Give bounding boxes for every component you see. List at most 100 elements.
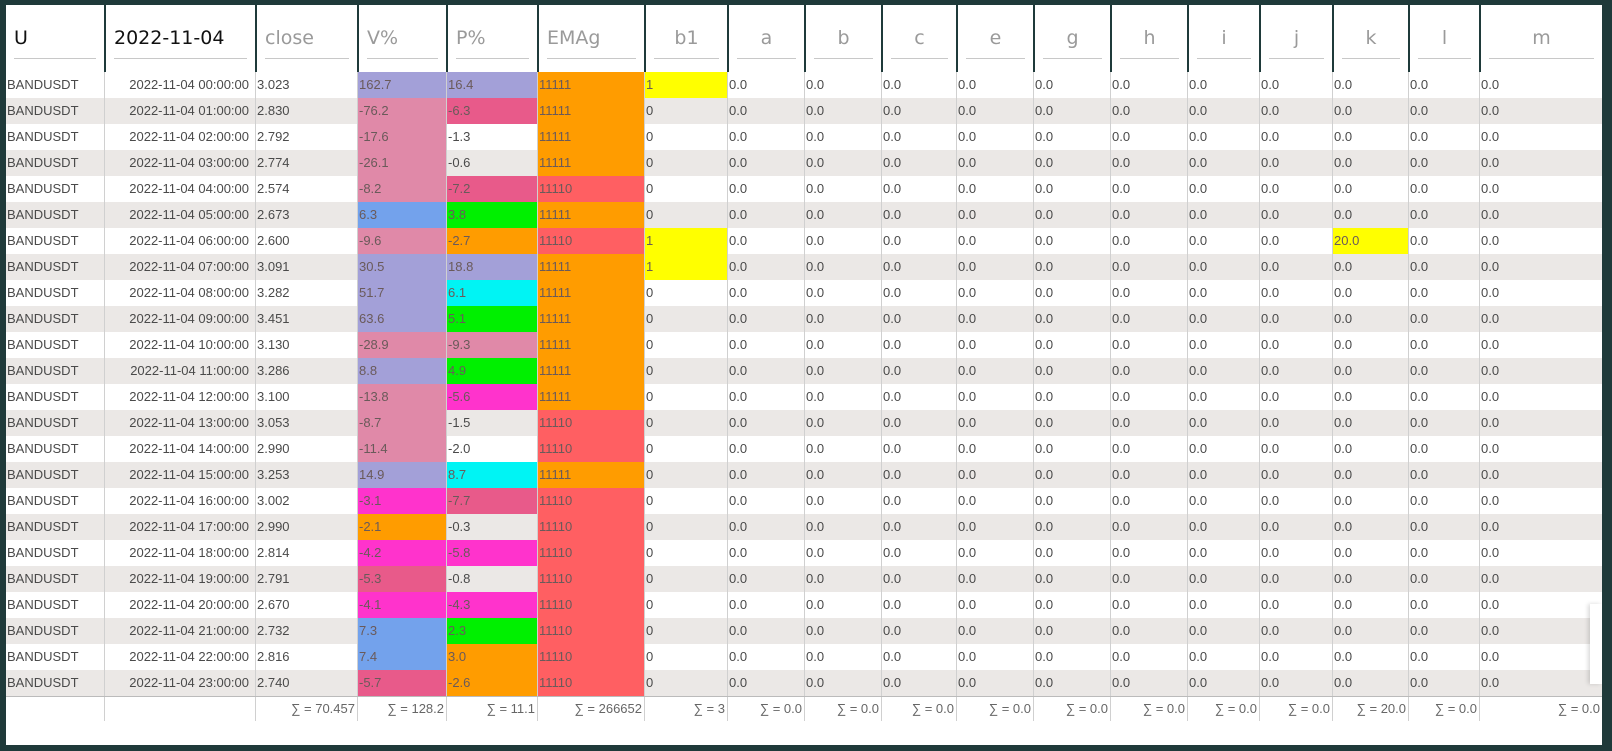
table-row[interactable]: BANDUSDT 2022-11-04 11:00:00 3.286 8.8 4.9 11…	[6, 358, 1602, 384]
sum-k: ∑ = 20.0	[1332, 697, 1408, 721]
cell-i: 0.0	[1187, 410, 1259, 436]
cell-time: 2022-11-04 06:00:00	[104, 228, 255, 254]
cell-close: 3.100	[255, 384, 357, 410]
cell-m: 0.0	[1479, 124, 1602, 150]
cell-g: 0.0	[1033, 228, 1110, 254]
cell-ema: 11111	[537, 306, 644, 332]
cell-j: 0.0	[1259, 618, 1332, 644]
cell-p: -7.2	[446, 176, 537, 202]
cell-symbol: BANDUSDT	[7, 129, 79, 144]
cell-h: 0.0	[1110, 280, 1187, 306]
column-filter-b[interactable]: b	[814, 18, 873, 59]
column-filter-m[interactable]: m	[1489, 18, 1594, 59]
table-row[interactable]: BANDUSDT 2022-11-04 16:00:00 3.002 -3.1 -7.7…	[6, 488, 1602, 514]
cell-symbol: BANDUSDT	[7, 363, 79, 378]
table-row[interactable]: BANDUSDT 2022-11-04 14:00:00 2.990 -11.4 -2.…	[6, 436, 1602, 462]
column-filter-v[interactable]: V%	[367, 18, 438, 59]
cell-b1: 0	[644, 670, 727, 696]
cell-v: 14.9	[357, 462, 446, 488]
table-row[interactable]: BANDUSDT 2022-11-04 09:00:00 3.451 63.6 5.1 1…	[6, 306, 1602, 332]
column-filter-k[interactable]: k	[1342, 18, 1400, 59]
column-filter-p[interactable]: P%	[456, 18, 529, 59]
column-filter-h[interactable]: h	[1120, 18, 1179, 59]
cell-p: 3.0	[446, 644, 537, 670]
table-row[interactable]: BANDUSDT 2022-11-04 20:00:00 2.670 -4.1 -4.3…	[6, 592, 1602, 618]
scrollbar-stub[interactable]	[1590, 604, 1602, 684]
cell-k: 0.0	[1332, 384, 1408, 410]
table-row[interactable]: BANDUSDT 2022-11-04 07:00:00 3.091 30.5 18.8…	[6, 254, 1602, 280]
table-row[interactable]: BANDUSDT 2022-11-04 10:00:00 3.130 -28.9 -9.…	[6, 332, 1602, 358]
cell-i: 0.0	[1187, 332, 1259, 358]
table-row[interactable]: BANDUSDT 2022-11-04 12:00:00 3.100 -13.8 -5.…	[6, 384, 1602, 410]
cell-close: 2.791	[255, 566, 357, 592]
cell-c: 0.0	[881, 592, 956, 618]
table-row[interactable]: BANDUSDT 2022-11-04 06:00:00 2.600 -9.6 -2.7…	[6, 228, 1602, 254]
cell-symbol: BANDUSDT	[7, 571, 79, 586]
cell-a: 0.0	[727, 488, 804, 514]
column-filter-g[interactable]: g	[1043, 18, 1102, 59]
cell-h: 0.0	[1110, 176, 1187, 202]
column-filter-ema[interactable]: EMAg	[547, 18, 636, 59]
cell-j: 0.0	[1259, 566, 1332, 592]
table-row[interactable]: BANDUSDT 2022-11-04 19:00:00 2.791 -5.3 -0.8…	[6, 566, 1602, 592]
cell-i: 0.0	[1187, 488, 1259, 514]
table-row[interactable]: BANDUSDT 2022-11-04 22:00:00 2.816 7.4 3.0 11…	[6, 644, 1602, 670]
table-row[interactable]: BANDUSDT 2022-11-04 23:00:00 2.740 -5.7 -2.6…	[6, 670, 1602, 696]
column-filter-e[interactable]: e	[966, 18, 1025, 59]
cell-m: 0.0	[1479, 228, 1602, 254]
cell-i: 0.0	[1187, 618, 1259, 644]
cell-m: 0.0	[1479, 644, 1602, 670]
cell-k: 0.0	[1332, 72, 1408, 98]
cell-h: 0.0	[1110, 98, 1187, 124]
table-row[interactable]: BANDUSDT 2022-11-04 02:00:00 2.792 -17.6 -1.…	[6, 124, 1602, 150]
cell-j: 0.0	[1259, 254, 1332, 280]
cell-g: 0.0	[1033, 540, 1110, 566]
cell-close: 2.774	[255, 150, 357, 176]
column-filter-c[interactable]: c	[891, 18, 948, 59]
cell-b: 0.0	[804, 202, 881, 228]
column-filter-i[interactable]: i	[1197, 18, 1251, 59]
cell-g: 0.0	[1033, 410, 1110, 436]
column-filter-j[interactable]: j	[1269, 18, 1324, 59]
cell-ema: 11110	[537, 644, 644, 670]
cell-time: 2022-11-04 22:00:00	[104, 644, 255, 670]
table-row[interactable]: BANDUSDT 2022-11-04 15:00:00 3.253 14.9 8.7 1…	[6, 462, 1602, 488]
cell-i: 0.0	[1187, 462, 1259, 488]
table-row[interactable]: BANDUSDT 2022-11-04 08:00:00 3.282 51.7 6.1 1…	[6, 280, 1602, 306]
column-filter-a[interactable]: a	[737, 18, 796, 59]
table-row[interactable]: BANDUSDT 2022-11-04 17:00:00 2.990 -2.1 -0.3…	[6, 514, 1602, 540]
cell-symbol: BANDUSDT	[7, 285, 79, 300]
table-row[interactable]: BANDUSDT 2022-11-04 04:00:00 2.574 -8.2 -7.2…	[6, 176, 1602, 202]
column-filter-b1[interactable]: b1	[654, 18, 719, 59]
cell-v: 7.4	[357, 644, 446, 670]
cell-b1: 0	[644, 540, 727, 566]
cell-close: 3.053	[255, 410, 357, 436]
table-row[interactable]: BANDUSDT 2022-11-04 21:00:00 2.732 7.3 2.3 11…	[6, 618, 1602, 644]
cell-ema: 11111	[537, 72, 644, 98]
cell-close: 2.673	[255, 202, 357, 228]
table-row[interactable]: BANDUSDT 2022-11-04 13:00:00 3.053 -8.7 -1.5…	[6, 410, 1602, 436]
cell-i: 0.0	[1187, 176, 1259, 202]
cell-symbol: BANDUSDT	[7, 259, 79, 274]
cell-c: 0.0	[881, 670, 956, 696]
table-row[interactable]: BANDUSDT 2022-11-04 18:00:00 2.814 -4.2 -5.8…	[6, 540, 1602, 566]
cell-c: 0.0	[881, 384, 956, 410]
column-filter-close[interactable]: close	[265, 18, 349, 59]
cell-h: 0.0	[1110, 124, 1187, 150]
table-row[interactable]: BANDUSDT 2022-11-04 05:00:00 2.673 6.3 3.8 11…	[6, 202, 1602, 228]
column-filter-l[interactable]: l	[1418, 18, 1471, 59]
cell-e: 0.0	[956, 98, 1033, 124]
cell-e: 0.0	[956, 462, 1033, 488]
symbol-filter-input[interactable]: U	[14, 18, 96, 59]
cell-g: 0.0	[1033, 254, 1110, 280]
cell-b1: 0	[644, 150, 727, 176]
table-row[interactable]: BANDUSDT 2022-11-04 00:00:00 3.023 162.7 16.…	[6, 72, 1602, 98]
header-cell-j: j	[1259, 5, 1332, 72]
cell-v: -4.2	[357, 540, 446, 566]
cell-time: 2022-11-04 05:00:00	[104, 202, 255, 228]
date-filter-input[interactable]: 2022-11-04	[114, 18, 247, 59]
table-row[interactable]: BANDUSDT 2022-11-04 03:00:00 2.774 -26.1 -0.…	[6, 150, 1602, 176]
cell-time: 2022-11-04 14:00:00	[104, 436, 255, 462]
cell-e: 0.0	[956, 670, 1033, 696]
table-row[interactable]: BANDUSDT 2022-11-04 01:00:00 2.830 -76.2 -6.…	[6, 98, 1602, 124]
